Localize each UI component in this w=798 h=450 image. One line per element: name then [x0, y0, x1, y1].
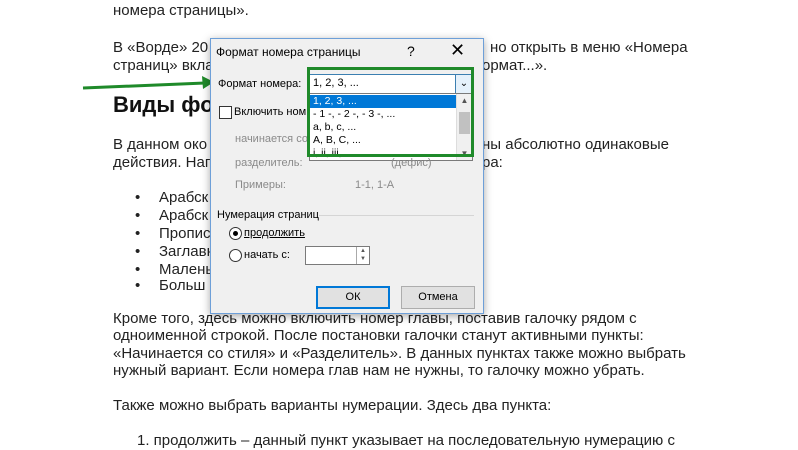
cancel-button[interactable]: Отмена [401, 286, 475, 309]
examples-value: 1-1, 1-A [355, 179, 395, 191]
annotation-highlight-box [307, 67, 474, 157]
group-divider [319, 215, 474, 216]
examples-label: Примеры: [235, 179, 286, 191]
numbering-group-label: Нумерация страниц [217, 209, 319, 221]
start-at-radio[interactable] [229, 249, 242, 262]
ok-button[interactable]: ОК [316, 286, 390, 309]
format-label: Формат номера: [218, 78, 302, 90]
dialog-title: Формат номера страницы [216, 45, 361, 59]
starts-with-label: начинается со [235, 133, 308, 145]
separator-label: разделитель: [235, 157, 303, 169]
include-chapter-checkbox[interactable] [219, 106, 232, 119]
help-button[interactable]: ? [407, 43, 415, 59]
start-at-label: начать с: [244, 249, 290, 261]
stepper-arrows-icon[interactable]: ▲ ▼ [356, 247, 369, 264]
continue-radio[interactable] [229, 227, 242, 240]
close-button[interactable]: ✕ [450, 40, 465, 61]
separator-value: (дефис) [391, 157, 432, 169]
continue-label: продолжить [244, 227, 305, 239]
start-at-stepper[interactable]: ▲ ▼ [305, 246, 370, 265]
include-chapter-label: Включить ном [234, 106, 307, 118]
